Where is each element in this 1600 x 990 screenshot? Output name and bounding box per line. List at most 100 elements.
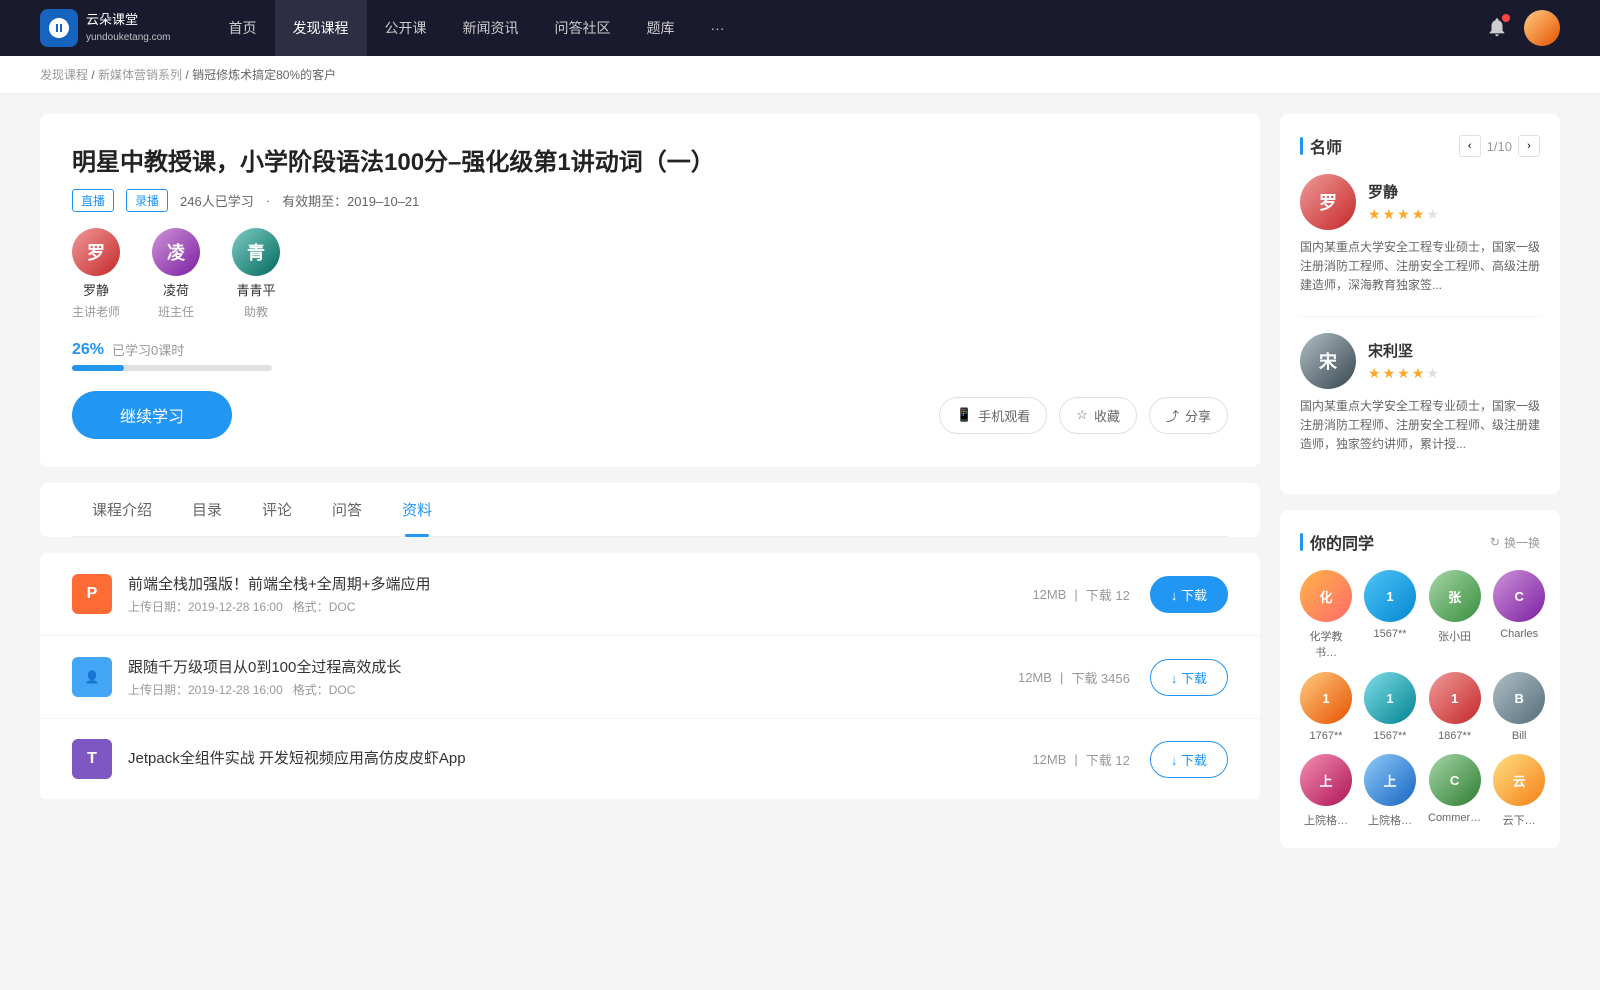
favorite-button[interactable]: ☆ 收藏 <box>1059 397 1137 434</box>
action-row: 继续学习 📱 手机观看 ☆ 收藏 ⤴ 分享 <box>72 391 1228 439</box>
progress-bar <box>72 365 272 371</box>
progress-info: 26% 已学习0课时 <box>72 340 1228 359</box>
breadcrumb-series[interactable]: 新媒体营销系列 <box>98 68 182 82</box>
logo[interactable]: 云朵课堂yundouketang.com <box>40 9 171 47</box>
teacher-panel-avatar-1: 罗 <box>1300 174 1356 230</box>
classmates-panel-title: 你的同学 <box>1300 530 1374 554</box>
teachers-panel-title: 名师 <box>1300 134 1342 158</box>
course-header-card: 明星中教授课，小学阶段语法100分–强化级第1讲动词（一） 直播 录播 246人… <box>40 114 1260 467</box>
classmate-10: 上 上院格… <box>1364 754 1416 828</box>
download-button-3[interactable]: ↓ 下载 <box>1150 741 1228 778</box>
teacher-panel-info-1: 罗静 ★ ★ ★ ★ ★ <box>1368 181 1439 223</box>
teacher-2-name: 凌荷 <box>163 280 189 299</box>
progress-label: 已学习0课时 <box>112 340 184 359</box>
classmate-7: 1 1867** <box>1428 672 1481 742</box>
classmate-name-5: 1767** <box>1309 730 1342 742</box>
download-button-2[interactable]: ↓ 下载 <box>1150 659 1228 696</box>
resource-stats-2: 12MB | 下载 3456 <box>1018 668 1130 687</box>
resource-name-2: 跟随千万级项目从0到100全过程高效成长 <box>128 656 1018 677</box>
mobile-watch-button[interactable]: 📱 手机观看 <box>939 397 1047 434</box>
classmate-name-6: 1567** <box>1373 730 1406 742</box>
teacher-2-role: 班主任 <box>158 303 194 320</box>
tab-intro[interactable]: 课程介绍 <box>72 483 172 536</box>
share-label: 分享 <box>1185 406 1211 425</box>
main-content: 明星中教授课，小学阶段语法100分–强化级第1讲动词（一） 直播 录播 246人… <box>0 94 1600 884</box>
classmate-name-7: 1867** <box>1438 730 1471 742</box>
resource-icon-2: 👤 <box>72 657 112 697</box>
classmate-name-12: 云下… <box>1503 812 1536 828</box>
resource-stats-3: 12MB | 下载 12 <box>1032 750 1129 769</box>
classmate-12: 云 云下… <box>1493 754 1545 828</box>
teacher-panel-name-1: 罗静 <box>1368 181 1439 202</box>
classmate-avatar-4[interactable]: C <box>1493 570 1545 622</box>
nav-right <box>1486 10 1560 46</box>
classmate-name-11: Commer… <box>1428 812 1481 824</box>
tab-comments[interactable]: 评论 <box>242 483 312 536</box>
left-panel: 明星中教授课，小学阶段语法100分–强化级第1讲动词（一） 直播 录播 246人… <box>40 114 1260 864</box>
teachers-next-button[interactable]: › <box>1518 135 1540 157</box>
classmate-avatar-10[interactable]: 上 <box>1364 754 1416 806</box>
avatar-image <box>1524 10 1560 46</box>
classmate-4: C Charles <box>1493 570 1545 660</box>
classmates-panel-header: 你的同学 ↻ 换一换 <box>1300 530 1540 554</box>
classmate-avatar-2[interactable]: 1 <box>1364 570 1416 622</box>
user-avatar[interactable] <box>1524 10 1560 46</box>
nav-qa[interactable]: 问答社区 <box>537 0 629 56</box>
refresh-button[interactable]: ↻ 换一换 <box>1490 534 1540 551</box>
course-meta: 直播 录播 246人已学习 · 有效期至：2019–10–21 <box>72 189 1228 212</box>
resource-name-3: Jetpack全组件实战 开发短视频应用高仿皮皮虾App <box>128 747 1032 768</box>
teacher-2-avatar: 凌 <box>152 228 200 276</box>
classmate-avatar-8[interactable]: B <box>1493 672 1545 724</box>
nav-more[interactable]: ··· <box>693 0 743 56</box>
teacher-1: 罗 罗静 主讲老师 <box>72 228 120 320</box>
badge-record: 录播 <box>126 189 168 212</box>
teacher-panel-item-1: 罗 罗静 ★ ★ ★ ★ ★ 国内某重点大学安全工程专业硕士，国家一级注册消防工… <box>1300 174 1540 296</box>
nav-home[interactable]: 首页 <box>211 0 275 56</box>
logo-label: 云朵课堂yundouketang.com <box>86 12 171 44</box>
classmates-grid: 化 化学教书… 1 1567** 张 张小田 C Charles 1 17 <box>1300 570 1540 828</box>
classmate-name-4: Charles <box>1500 628 1538 640</box>
classmate-avatar-5[interactable]: 1 <box>1300 672 1352 724</box>
nav-quiz[interactable]: 题库 <box>629 0 693 56</box>
teacher-panel-header-1: 罗 罗静 ★ ★ ★ ★ ★ <box>1300 174 1540 230</box>
teacher-panel-desc-2: 国内某重点大学安全工程专业硕士，国家一级注册消防工程师、注册安全工程师、级注册建… <box>1300 397 1540 455</box>
classmate-avatar-12[interactable]: 云 <box>1493 754 1545 806</box>
breadcrumb-discover[interactable]: 发现课程 <box>40 68 88 82</box>
classmate-5: 1 1767** <box>1300 672 1352 742</box>
tab-qa[interactable]: 问答 <box>312 483 382 536</box>
classmate-6: 1 1567** <box>1364 672 1416 742</box>
share-button[interactable]: ⤴ 分享 <box>1149 397 1228 434</box>
classmate-name-8: Bill <box>1512 730 1527 742</box>
classmate-avatar-9[interactable]: 上 <box>1300 754 1352 806</box>
teacher-1-role: 主讲老师 <box>72 303 120 320</box>
tab-resources[interactable]: 资料 <box>382 483 452 536</box>
classmate-2: 1 1567** <box>1364 570 1416 660</box>
teacher-panel-header-2: 宋 宋利坚 ★ ★ ★ ★ ★ <box>1300 333 1540 389</box>
teachers-prev-button[interactable]: ‹ <box>1459 135 1481 157</box>
teacher-1-avatar: 罗 <box>72 228 120 276</box>
classmate-name-9: 上院格… <box>1304 812 1348 828</box>
teacher-3-name: 青青平 <box>237 280 276 299</box>
resource-icon-3: T <box>72 739 112 779</box>
continue-button[interactable]: 继续学习 <box>72 391 232 439</box>
download-button-1[interactable]: ↓ 下载 <box>1150 576 1228 613</box>
classmate-3: 张 张小田 <box>1428 570 1481 660</box>
notification-bell[interactable] <box>1486 16 1508 41</box>
valid-until: 有效期至：2019–10–21 <box>282 191 419 210</box>
teacher-3: 青 青青平 助教 <box>232 228 280 320</box>
teacher-2: 凌 凌荷 班主任 <box>152 228 200 320</box>
mobile-watch-label: 手机观看 <box>978 406 1030 425</box>
resource-info-3: Jetpack全组件实战 开发短视频应用高仿皮皮虾App <box>128 747 1032 772</box>
teacher-panel-name-2: 宋利坚 <box>1368 340 1439 361</box>
nav-discover[interactable]: 发现课程 <box>275 0 367 56</box>
nav-news[interactable]: 新闻资讯 <box>445 0 537 56</box>
tab-toc[interactable]: 目录 <box>172 483 242 536</box>
classmate-avatar-3[interactable]: 张 <box>1429 570 1481 622</box>
classmate-avatar-6[interactable]: 1 <box>1364 672 1416 724</box>
nav-open-course[interactable]: 公开课 <box>367 0 445 56</box>
share-icon: ⤴ <box>1166 406 1179 425</box>
classmate-avatar-7[interactable]: 1 <box>1429 672 1481 724</box>
breadcrumb-current: 销冠修炼术搞定80%的客户 <box>192 68 336 82</box>
classmate-avatar-11[interactable]: C <box>1429 754 1481 806</box>
classmate-avatar-1[interactable]: 化 <box>1300 570 1352 622</box>
